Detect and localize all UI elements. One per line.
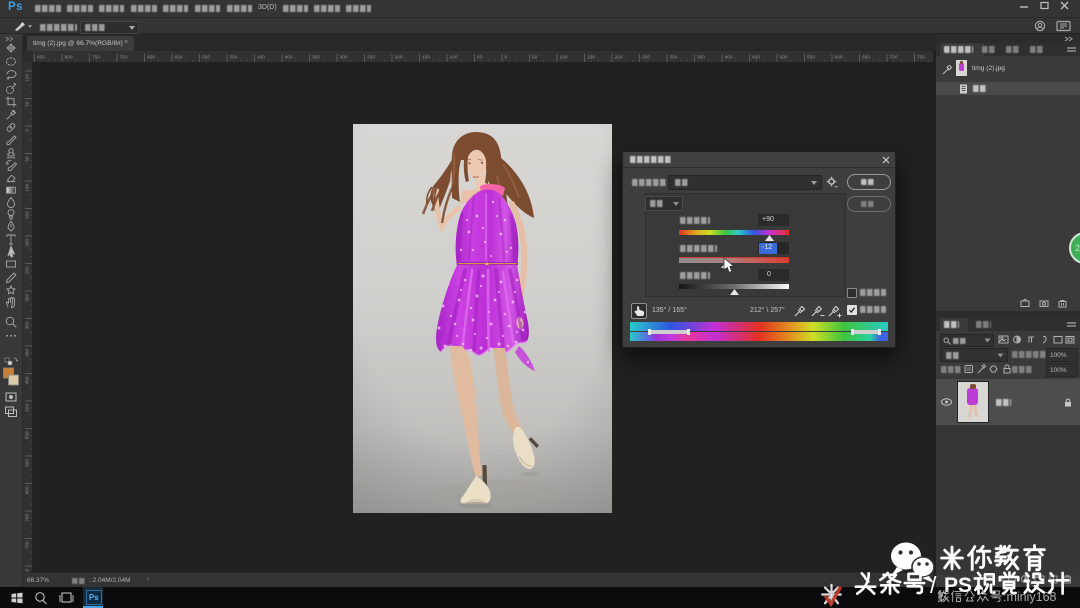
svg-text:450: 450 [25, 376, 30, 384]
svg-text:50: 50 [25, 156, 30, 162]
svg-text:250: 250 [25, 266, 30, 274]
svg-text:650: 650 [25, 486, 30, 494]
svg-text:400: 400 [285, 55, 293, 61]
svg-text:300: 300 [25, 294, 30, 302]
svg-text:100: 100 [25, 184, 30, 192]
svg-text:850: 850 [37, 55, 45, 61]
svg-text:100: 100 [25, 74, 30, 82]
svg-text:150: 150 [422, 55, 430, 61]
svg-text:50: 50 [532, 55, 538, 61]
svg-text:500: 500 [25, 404, 30, 412]
svg-text:200: 200 [395, 55, 403, 61]
svg-text:450: 450 [257, 55, 265, 61]
svg-text:500: 500 [780, 55, 788, 61]
svg-text:250: 250 [642, 55, 650, 61]
svg-text:600: 600 [835, 55, 843, 61]
svg-text:550: 550 [25, 431, 30, 439]
svg-text:100: 100 [450, 55, 458, 61]
svg-text:300: 300 [340, 55, 348, 61]
svg-text:750: 750 [25, 541, 30, 549]
svg-text:700: 700 [25, 514, 30, 522]
svg-text:300: 300 [670, 55, 678, 61]
svg-text:400: 400 [725, 55, 733, 61]
svg-text:750: 750 [917, 55, 925, 61]
svg-text:50: 50 [25, 101, 30, 107]
svg-text:200: 200 [25, 239, 30, 247]
svg-text:550: 550 [807, 55, 815, 61]
svg-text:350: 350 [312, 55, 320, 61]
svg-text:600: 600 [175, 55, 183, 61]
svg-text:750: 750 [92, 55, 100, 61]
svg-text:550: 550 [202, 55, 210, 61]
svg-text:650: 650 [862, 55, 870, 61]
svg-text:0: 0 [505, 55, 508, 61]
svg-text:150: 150 [587, 55, 595, 61]
svg-text:500: 500 [230, 55, 238, 61]
svg-text:200: 200 [615, 55, 623, 61]
svg-text:fx: fx [998, 575, 1004, 584]
svg-text:150: 150 [25, 211, 30, 219]
svg-text:450: 450 [752, 55, 760, 61]
svg-text:100: 100 [560, 55, 568, 61]
svg-text:400: 400 [25, 349, 30, 357]
svg-text:700: 700 [890, 55, 898, 61]
svg-text:350: 350 [25, 321, 30, 329]
svg-text:50: 50 [477, 55, 483, 61]
svg-text:650: 650 [147, 55, 155, 61]
svg-text:600: 600 [25, 459, 30, 467]
svg-text:700: 700 [120, 55, 128, 61]
svg-text:0: 0 [25, 129, 30, 132]
svg-text:800: 800 [65, 55, 73, 61]
svg-text:250: 250 [367, 55, 375, 61]
svg-text:350: 350 [697, 55, 705, 61]
